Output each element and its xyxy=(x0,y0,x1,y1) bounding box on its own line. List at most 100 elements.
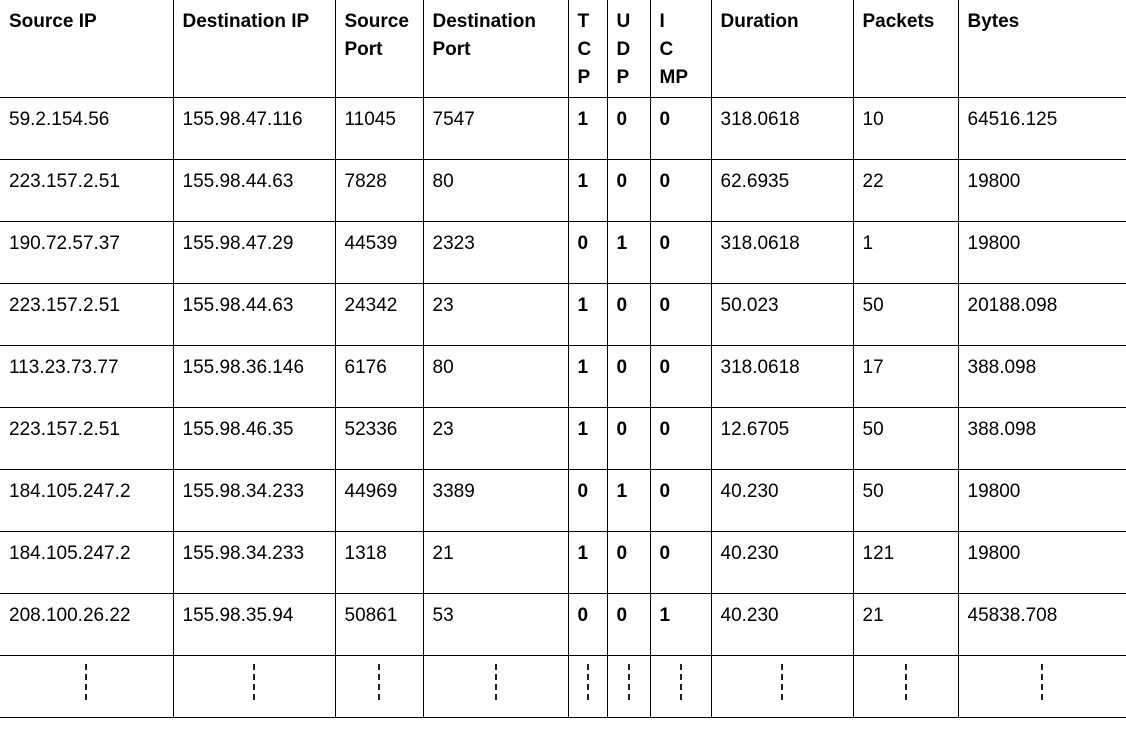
cell-udp: 0 xyxy=(606,406,651,470)
vertical-ellipsis-icon xyxy=(422,654,569,718)
cell-udp: 0 xyxy=(606,592,651,656)
header-source-port: Source Port xyxy=(334,0,424,98)
cell-source-ip: 113.23.73.77 xyxy=(0,344,174,408)
cell-udp: 1 xyxy=(606,468,651,532)
cell-destination-port: 80 xyxy=(422,158,569,222)
vertical-ellipsis-icon xyxy=(606,654,651,718)
continuation-row xyxy=(0,654,1126,718)
header-icmp: I C MP xyxy=(649,0,712,98)
cell-source-ip: 223.157.2.51 xyxy=(0,406,174,470)
table-row: 184.105.247.2 155.98.34.233 1318 21 1 0 … xyxy=(0,530,1126,594)
cell-source-ip: 190.72.57.37 xyxy=(0,220,174,284)
cell-udp: 0 xyxy=(606,96,651,160)
vertical-ellipsis-icon xyxy=(852,654,959,718)
cell-destination-port: 23 xyxy=(422,406,569,470)
table-row: 208.100.26.22 155.98.35.94 50861 53 0 0 … xyxy=(0,592,1126,656)
cell-duration: 318.0618 xyxy=(710,344,854,408)
cell-udp: 1 xyxy=(606,220,651,284)
cell-destination-ip: 155.98.36.146 xyxy=(172,344,336,408)
vertical-ellipsis-icon xyxy=(334,654,424,718)
cell-source-ip: 59.2.154.56 xyxy=(0,96,174,160)
cell-duration: 40.230 xyxy=(710,592,854,656)
cell-source-port: 50861 xyxy=(334,592,424,656)
vertical-ellipsis-icon xyxy=(567,654,608,718)
cell-source-ip: 223.157.2.51 xyxy=(0,282,174,346)
header-tcp: TCP xyxy=(567,0,608,98)
vertical-ellipsis-icon xyxy=(957,654,1126,718)
cell-bytes: 19800 xyxy=(957,158,1126,222)
cell-packets: 10 xyxy=(852,96,959,160)
cell-source-port: 6176 xyxy=(334,344,424,408)
cell-tcp: 1 xyxy=(567,158,608,222)
cell-destination-ip: 155.98.47.116 xyxy=(172,96,336,160)
cell-icmp: 0 xyxy=(649,468,712,532)
cell-bytes: 388.098 xyxy=(957,406,1126,470)
cell-packets: 121 xyxy=(852,530,959,594)
cell-destination-port: 2323 xyxy=(422,220,569,284)
cell-source-ip: 208.100.26.22 xyxy=(0,592,174,656)
table-row: 223.157.2.51 155.98.44.63 7828 80 1 0 0 … xyxy=(0,158,1126,222)
cell-packets: 22 xyxy=(852,158,959,222)
cell-duration: 12.6705 xyxy=(710,406,854,470)
network-flow-table: Source IP Destination IP Source Port Dest… xyxy=(0,0,1126,718)
cell-duration: 318.0618 xyxy=(710,220,854,284)
table-row: 113.23.73.77 155.98.36.146 6176 80 1 0 0… xyxy=(0,344,1126,408)
table-row: 223.157.2.51 155.98.46.35 52336 23 1 0 0… xyxy=(0,406,1126,470)
cell-packets: 1 xyxy=(852,220,959,284)
cell-bytes: 19800 xyxy=(957,468,1126,532)
cell-source-port: 1318 xyxy=(334,530,424,594)
cell-duration: 318.0618 xyxy=(710,96,854,160)
header-bytes: Bytes xyxy=(957,0,1126,98)
cell-bytes: 19800 xyxy=(957,530,1126,594)
cell-packets: 17 xyxy=(852,344,959,408)
cell-source-port: 7828 xyxy=(334,158,424,222)
cell-source-port: 24342 xyxy=(334,282,424,346)
header-packets: Packets xyxy=(852,0,959,98)
table-row: 59.2.154.56 155.98.47.116 11045 7547 1 0… xyxy=(0,96,1126,160)
cell-duration: 62.6935 xyxy=(710,158,854,222)
cell-icmp: 0 xyxy=(649,96,712,160)
cell-icmp: 0 xyxy=(649,530,712,594)
cell-udp: 0 xyxy=(606,282,651,346)
table-row: 223.157.2.51 155.98.44.63 24342 23 1 0 0… xyxy=(0,282,1126,346)
cell-source-port: 11045 xyxy=(334,96,424,160)
cell-icmp: 0 xyxy=(649,282,712,346)
header-duration: Duration xyxy=(710,0,854,98)
cell-source-ip: 184.105.247.2 xyxy=(0,530,174,594)
header-source-ip: Source IP xyxy=(0,0,174,98)
header-row: Source IP Destination IP Source Port Dest… xyxy=(0,0,1126,98)
cell-tcp: 1 xyxy=(567,96,608,160)
cell-udp: 0 xyxy=(606,158,651,222)
cell-packets: 21 xyxy=(852,592,959,656)
cell-tcp: 0 xyxy=(567,468,608,532)
cell-destination-port: 80 xyxy=(422,344,569,408)
cell-tcp: 0 xyxy=(567,220,608,284)
table-row: 184.105.247.2 155.98.34.233 44969 3389 0… xyxy=(0,468,1126,532)
cell-destination-ip: 155.98.35.94 xyxy=(172,592,336,656)
cell-tcp: 1 xyxy=(567,406,608,470)
cell-source-port: 52336 xyxy=(334,406,424,470)
vertical-ellipsis-icon xyxy=(0,654,174,718)
cell-source-port: 44539 xyxy=(334,220,424,284)
cell-source-port: 44969 xyxy=(334,468,424,532)
cell-packets: 50 xyxy=(852,406,959,470)
cell-packets: 50 xyxy=(852,282,959,346)
cell-tcp: 0 xyxy=(567,592,608,656)
vertical-ellipsis-icon xyxy=(710,654,854,718)
cell-packets: 50 xyxy=(852,468,959,532)
header-udp: UDP xyxy=(606,0,651,98)
cell-destination-ip: 155.98.44.63 xyxy=(172,282,336,346)
cell-icmp: 0 xyxy=(649,220,712,284)
header-destination-port: Destination Port xyxy=(422,0,569,98)
cell-destination-port: 7547 xyxy=(422,96,569,160)
cell-destination-port: 23 xyxy=(422,282,569,346)
cell-tcp: 1 xyxy=(567,282,608,346)
cell-destination-ip: 155.98.34.233 xyxy=(172,530,336,594)
cell-icmp: 0 xyxy=(649,344,712,408)
vertical-ellipsis-icon xyxy=(172,654,336,718)
table-row: 190.72.57.37 155.98.47.29 44539 2323 0 1… xyxy=(0,220,1126,284)
cell-bytes: 19800 xyxy=(957,220,1126,284)
cell-destination-ip: 155.98.44.63 xyxy=(172,158,336,222)
header-destination-ip: Destination IP xyxy=(172,0,336,98)
cell-duration: 40.230 xyxy=(710,530,854,594)
